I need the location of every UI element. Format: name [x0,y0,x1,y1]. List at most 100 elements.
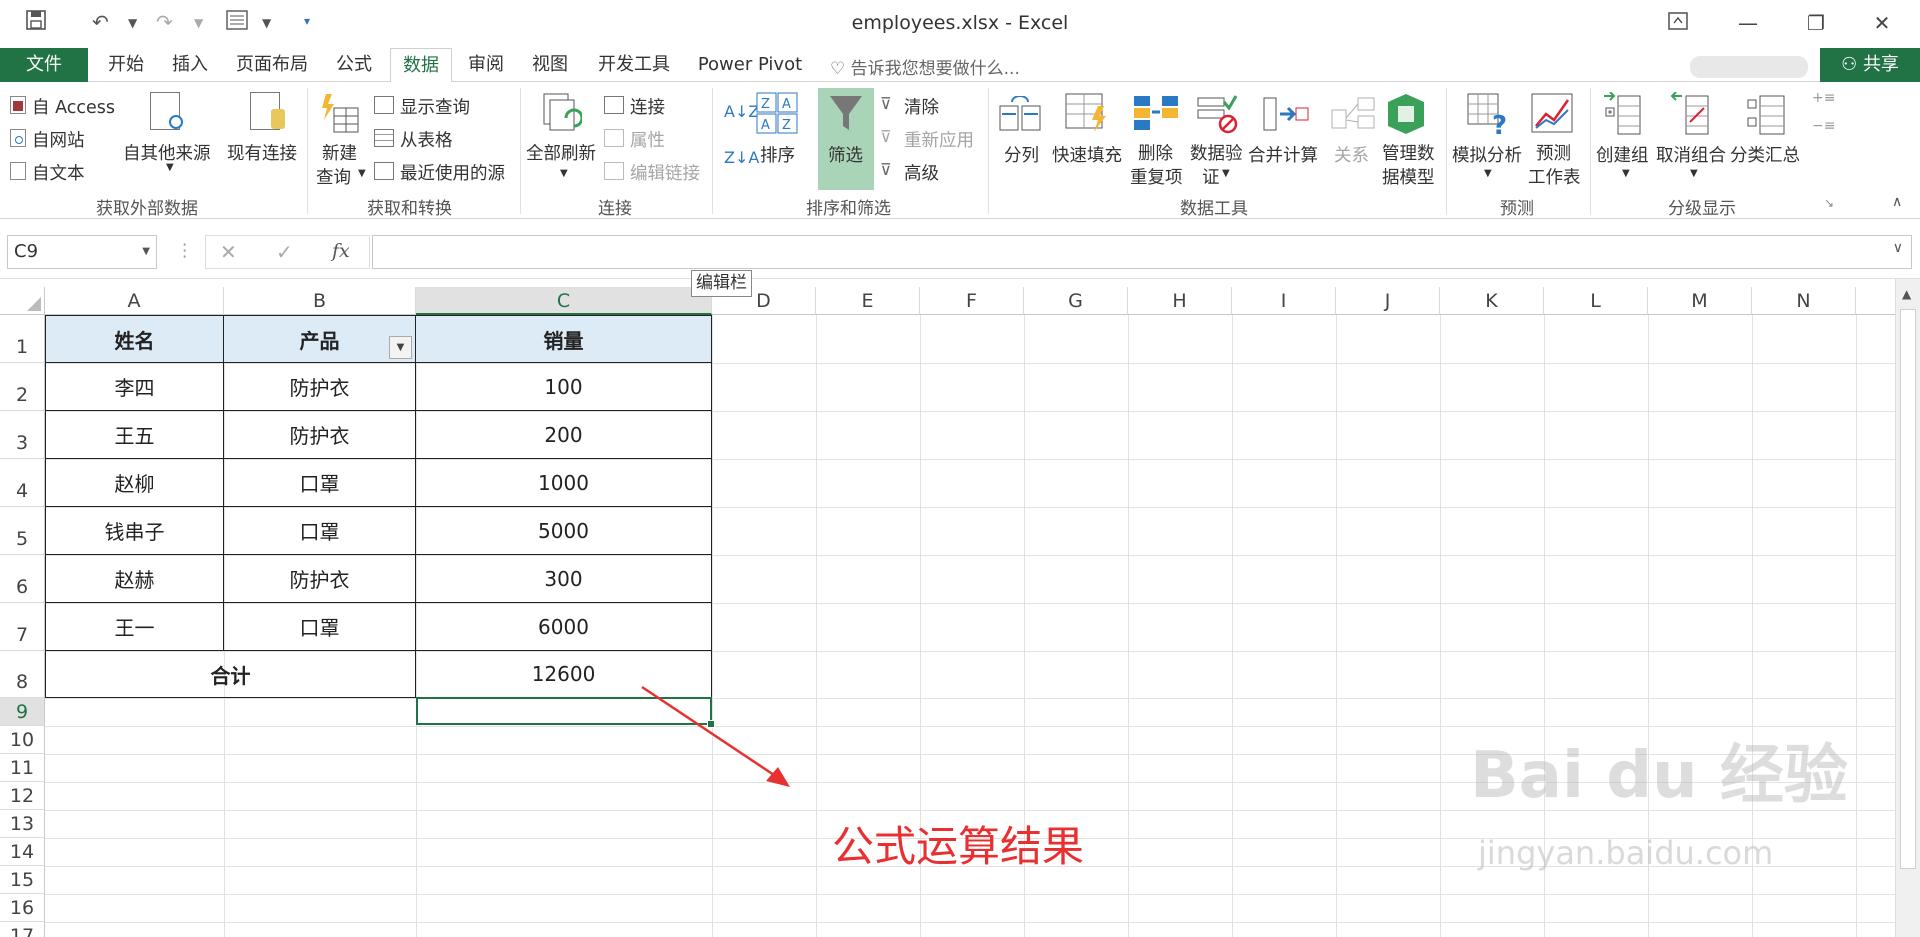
show-queries-button[interactable]: 显示查询 [400,94,470,119]
column-header-a[interactable]: A [45,287,224,315]
vertical-scrollbar[interactable]: ▲ [1895,279,1920,937]
table-header-sales[interactable]: 销量 [416,316,711,363]
formula-bar-splitter[interactable]: ⋮ [176,241,194,261]
undo-dropdown-icon[interactable]: ▼ [128,16,137,30]
outline-settings-icon[interactable]: ↘ [1824,196,1834,210]
manage-data-model-label-2[interactable]: 据模型 [1382,164,1435,189]
tab-review[interactable]: 审阅 [460,48,512,82]
enter-icon[interactable]: ✓ [276,240,293,264]
refresh-all-dropdown-icon[interactable]: ▼ [560,168,568,179]
close-icon[interactable]: ✕ [1862,8,1902,38]
tab-file[interactable]: 文件 [0,48,88,82]
reapply-button[interactable]: 重新应用 [904,127,974,152]
sort-button[interactable]: 排序 [760,142,795,167]
group-button[interactable]: 创建组 [1596,142,1649,167]
scroll-up-icon[interactable]: ▲ [1902,287,1911,301]
remove-duplicates-label-2[interactable]: 重复项 [1130,164,1183,189]
column-header-c[interactable]: C [416,287,712,315]
other-sources-dropdown-icon[interactable]: ▼ [166,162,174,173]
from-text-button[interactable]: 自文本 [32,160,85,185]
properties-button[interactable]: 属性 [630,127,665,152]
data-validation-dropdown-icon[interactable]: ▼ [1222,168,1230,179]
restore-icon[interactable]: ❐ [1796,8,1836,38]
cell-sales[interactable]: 300 [416,555,711,603]
forecast-sheet-label-1[interactable]: 预测 [1536,140,1571,165]
scrollbar-thumb[interactable] [1900,309,1916,869]
row-header-9[interactable]: 9 [0,698,45,726]
column-header-b[interactable]: B [224,287,416,315]
hide-detail-icon[interactable]: −≡ [1812,118,1835,134]
cell-product[interactable]: 口罩 [224,603,416,651]
data-validation-label-2[interactable]: 证 [1202,164,1220,189]
relationships-button[interactable]: 关系 [1334,142,1369,167]
tab-page-layout[interactable]: 页面布局 [226,48,318,82]
cell-sales[interactable]: 200 [416,411,711,459]
minimize-icon[interactable]: — [1728,8,1768,38]
show-detail-icon[interactable]: +≡ [1812,90,1835,106]
row-header-11[interactable]: 11 [0,754,45,782]
cell-sales[interactable]: 1000 [416,459,711,507]
tab-data[interactable]: 数据 [390,48,452,83]
cell-sales[interactable]: 5000 [416,507,711,555]
column-header-e[interactable]: E [816,287,920,315]
clear-button[interactable]: 清除 [904,94,939,119]
filter-button[interactable]: 筛选 [828,142,863,167]
expand-formula-bar-icon[interactable]: ∨ [1893,240,1903,256]
new-query-label-1[interactable]: 新建 [322,140,357,165]
row-header-1[interactable]: 1 [0,315,45,363]
worksheet-grid[interactable]: A B C D E F G H I J K L M N 1 2 3 4 5 6 … [0,279,1920,937]
subtotal-button[interactable]: 分类汇总 [1730,142,1800,167]
cancel-icon[interactable]: ✕ [220,240,237,264]
redo-icon[interactable]: ↷ [156,10,173,34]
group-dropdown-icon[interactable]: ▼ [1622,168,1630,179]
formula-input[interactable]: ∨ [372,235,1912,269]
row-header-3[interactable]: 3 [0,411,45,459]
cell-product[interactable]: 口罩 [224,507,416,555]
row-header-2[interactable]: 2 [0,363,45,411]
collapse-ribbon-icon[interactable]: ∧ [1892,194,1902,210]
column-header-k[interactable]: K [1440,287,1544,315]
what-if-dropdown-icon[interactable]: ▼ [1484,168,1492,179]
advanced-button[interactable]: 高级 [904,160,939,185]
redo-dropdown-icon[interactable]: ▼ [194,16,203,30]
cell-name[interactable]: 王一 [46,603,224,651]
save-icon[interactable] [26,10,46,35]
what-if-analysis-button[interactable]: 模拟分析 [1452,142,1522,167]
from-web-button[interactable]: 自网站 [32,127,85,152]
undo-icon[interactable]: ↶ [92,10,109,34]
cell-product[interactable]: 防护衣 [224,411,416,459]
cell-name[interactable]: 王五 [46,411,224,459]
column-header-m[interactable]: M [1648,287,1752,315]
form-icon[interactable] [226,10,248,35]
text-to-columns-button[interactable]: 分列 [1004,142,1039,167]
account-name-blurred[interactable] [1690,56,1808,78]
new-query-label-2[interactable]: 查询 [316,164,351,189]
row-header-16[interactable]: 16 [0,894,45,922]
row-header-10[interactable]: 10 [0,726,45,754]
cell-product[interactable]: 防护衣 [224,363,416,411]
column-header-o[interactable] [1856,287,1896,315]
column-header-h[interactable]: H [1128,287,1232,315]
sort-ascending-icon[interactable]: A↓Z [724,102,759,121]
filter-button-highlight[interactable] [818,88,874,190]
data-validation-label-1[interactable]: 数据验 [1190,140,1243,165]
tell-me-search[interactable]: ♡ 告诉我您想要做什么... [830,54,1020,79]
column-header-l[interactable]: L [1544,287,1648,315]
column-header-i[interactable]: I [1232,287,1336,315]
cell-total-label[interactable]: 合计 [46,651,416,697]
cell-name[interactable]: 赵赫 [46,555,224,603]
cell-name[interactable]: 钱串子 [46,507,224,555]
recent-sources-button[interactable]: 最近使用的源 [400,160,505,185]
cell-name[interactable]: 李四 [46,363,224,411]
cell-sales[interactable]: 6000 [416,603,711,651]
column-header-g[interactable]: G [1024,287,1128,315]
column-header-f[interactable]: F [920,287,1024,315]
cell-product[interactable]: 防护衣 [224,555,416,603]
row-header-14[interactable]: 14 [0,838,45,866]
cell-sales[interactable]: 100 [416,363,711,411]
row-header-12[interactable]: 12 [0,782,45,810]
ungroup-button[interactable]: 取消组合 [1656,142,1726,167]
ungroup-dropdown-icon[interactable]: ▼ [1690,168,1698,179]
sort-descending-icon[interactable]: Z↓A [724,148,759,167]
from-table-button[interactable]: 从表格 [400,127,453,152]
